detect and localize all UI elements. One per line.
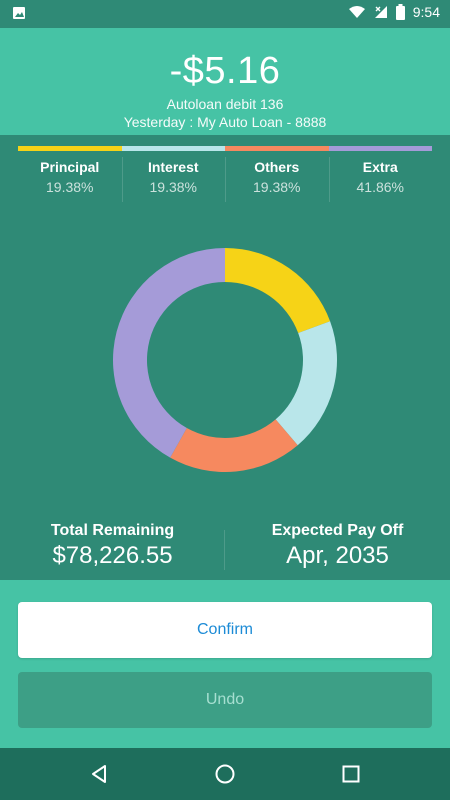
breakdown-percent: 19.38% xyxy=(253,179,301,195)
expected-payoff-value: Apr, 2035 xyxy=(286,542,389,569)
breakdown-item-interest: Interest 19.38% xyxy=(121,151,226,203)
breakdown-item-extra: Extra 41.86% xyxy=(328,151,433,203)
donut-chart xyxy=(112,248,337,472)
total-remaining-label: Total Remaining xyxy=(50,522,175,539)
totals-section: Total Remaining $78,226.55 Expected Pay … xyxy=(0,522,450,578)
undo-button[interactable]: Undo xyxy=(18,672,432,728)
transaction-description: Autoloan debit 136 xyxy=(166,96,284,112)
confirm-button[interactable]: Confirm xyxy=(18,602,432,658)
donut-slice-others xyxy=(170,419,298,472)
breakdown-label: Extra xyxy=(362,159,398,175)
recents-icon[interactable] xyxy=(339,762,363,786)
status-bar: 9:54 xyxy=(0,0,450,28)
breakdown-item-others: Others 19.38% xyxy=(225,151,329,203)
actions-panel: Confirm Undo xyxy=(0,580,450,748)
breakdown-label: Principal xyxy=(40,159,100,175)
breakdown-summary: Principal 19.38% Interest 19.38% Others 19.38… xyxy=(18,146,432,204)
signal-icon xyxy=(374,6,387,18)
home-icon[interactable] xyxy=(213,762,237,786)
navigation-bar xyxy=(0,748,450,800)
transaction-header: -$5.16 Autoloan debit 136 Yesterday : My… xyxy=(0,28,450,135)
breakdown-percent: 19.38% xyxy=(149,179,197,195)
donut-chart-svg xyxy=(112,248,337,472)
breakdown-percent: 19.38% xyxy=(46,179,94,195)
breakdown-item-principal: Principal 19.38% xyxy=(18,151,122,203)
transaction-detail: Yesterday : My Auto Loan - 8888 xyxy=(123,114,327,130)
wifi-icon xyxy=(348,6,365,18)
breakdown-label: Others xyxy=(254,159,300,175)
expected-payoff: Expected Pay Off Apr, 2035 xyxy=(225,522,450,570)
total-remaining: Total Remaining $78,226.55 xyxy=(0,522,225,570)
donut-slice-principal xyxy=(225,248,331,334)
status-time: 9:54 xyxy=(412,4,440,20)
battery-icon xyxy=(395,4,405,20)
breakdown-columns: Principal 19.38% Interest 19.38% Others 19.38… xyxy=(18,151,432,203)
donut-slice-extra xyxy=(112,248,225,458)
expected-payoff-label: Expected Pay Off xyxy=(271,522,404,539)
total-remaining-value: $78,226.55 xyxy=(52,542,173,569)
breakdown-label: Interest xyxy=(147,159,199,175)
donut-slice-interest xyxy=(275,321,337,446)
image-notification-icon xyxy=(13,7,25,19)
back-icon[interactable] xyxy=(87,762,111,786)
breakdown-percent: 41.86% xyxy=(356,179,404,195)
transaction-amount: -$5.16 xyxy=(169,50,281,92)
